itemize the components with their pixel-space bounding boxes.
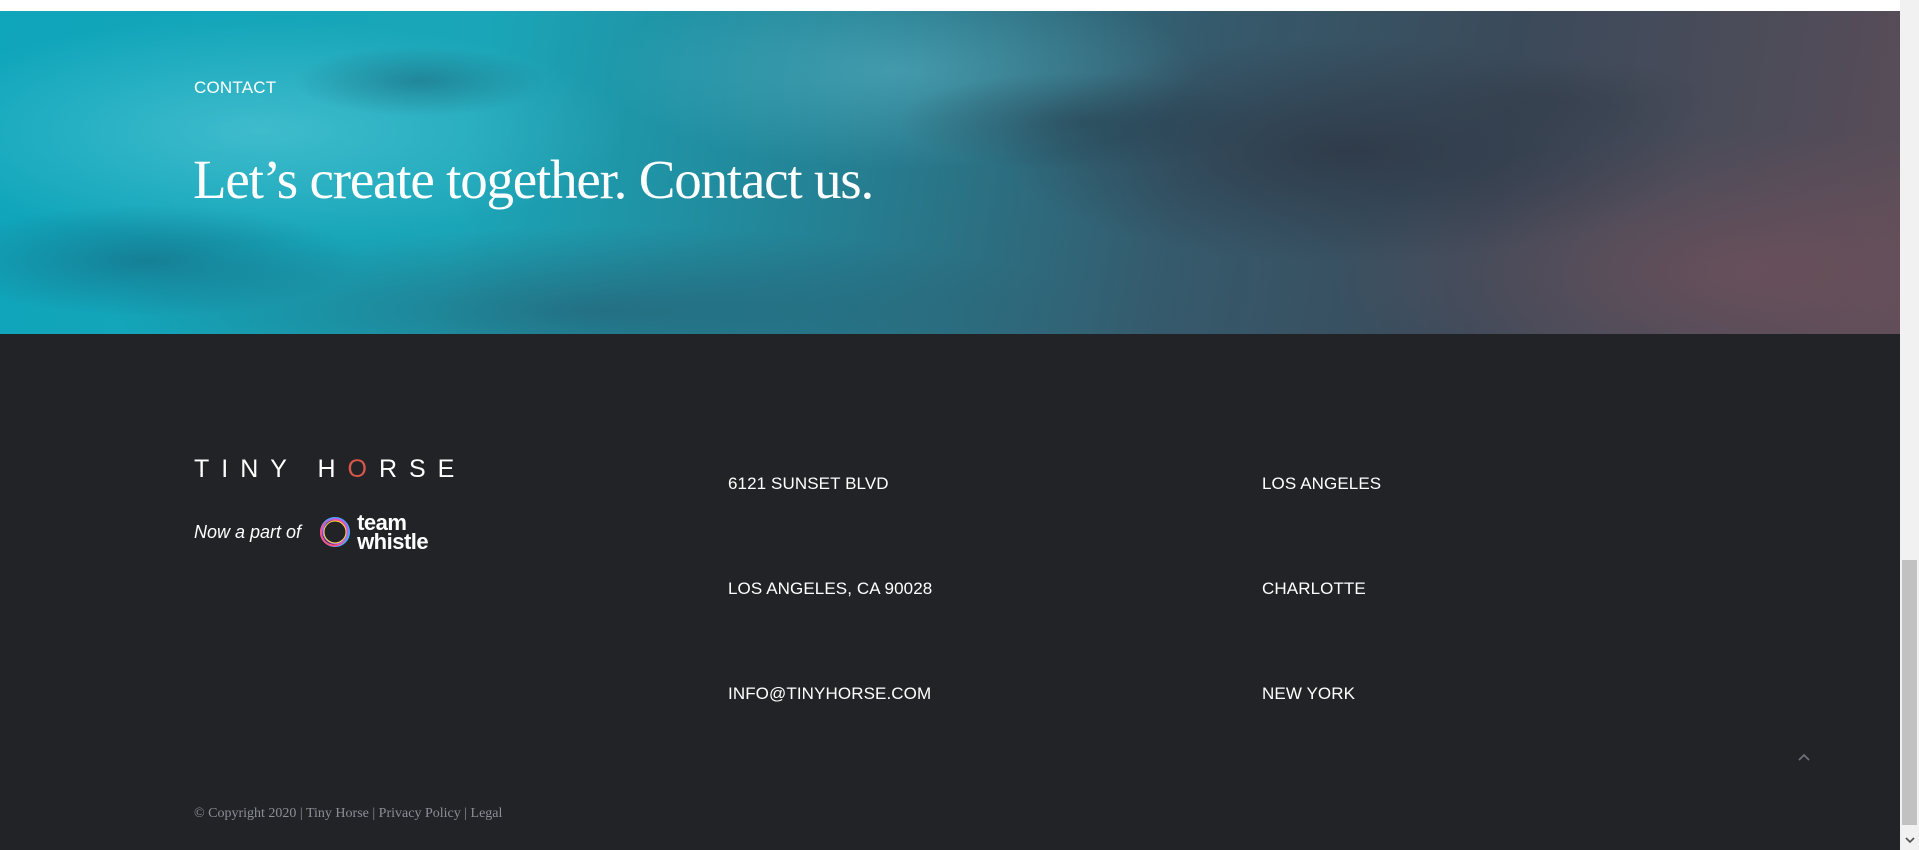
location-los-angeles: LOS ANGELES bbox=[1262, 474, 1382, 493]
legal-link[interactable]: Legal bbox=[471, 806, 503, 821]
partner-text: Now a part of bbox=[194, 521, 302, 542]
location-new-york: NEW YORK bbox=[1262, 684, 1356, 703]
scroll-down-arrow-icon[interactable] bbox=[1900, 830, 1919, 849]
top-page-strip bbox=[0, 0, 1900, 11]
address-line-street: 6121 SUNSET BLVD bbox=[728, 474, 889, 493]
scrollbar[interactable] bbox=[1900, 0, 1919, 850]
partner-word-whistle: whistle bbox=[357, 529, 429, 554]
site-footer bbox=[0, 334, 1900, 850]
address-line-city: LOS ANGELES, CA 90028 bbox=[728, 579, 933, 598]
contact-headline[interactable]: Let’s create together. Contact us. bbox=[193, 149, 874, 211]
chevron-up-icon bbox=[1798, 753, 1810, 761]
privacy-policy-link[interactable]: Privacy Policy bbox=[379, 806, 461, 821]
scrollbar-thumb[interactable] bbox=[1902, 560, 1917, 825]
team-whistle-logo[interactable]: team whistle bbox=[357, 512, 429, 554]
copyright-text: © Copyright 2020 | bbox=[194, 806, 306, 821]
email-link[interactable]: INFO@TINYHORSE.COM bbox=[728, 684, 931, 704]
logo-text-end: RSE bbox=[378, 455, 467, 483]
section-eyebrow: CONTACT bbox=[194, 78, 277, 97]
tiny-horse-link[interactable]: Tiny Horse bbox=[306, 806, 369, 821]
legal-separator: | bbox=[460, 806, 471, 821]
back-to-top-button[interactable] bbox=[1796, 749, 1812, 765]
location-charlotte: CHARLOTTE bbox=[1262, 579, 1366, 598]
tiny-horse-logo[interactable]: TINY HORSE bbox=[194, 455, 466, 484]
partner-line: Now a part of team whistle bbox=[194, 512, 429, 554]
chevron-down-icon bbox=[1904, 836, 1915, 843]
legal-bar: © Copyright 2020 | Tiny Horse | Privacy … bbox=[194, 806, 502, 822]
legal-separator: | bbox=[368, 806, 379, 821]
team-whistle-ring-icon bbox=[320, 517, 351, 547]
logo-accent-letter: O bbox=[347, 455, 379, 483]
logo-text-start: TINY H bbox=[194, 455, 348, 483]
